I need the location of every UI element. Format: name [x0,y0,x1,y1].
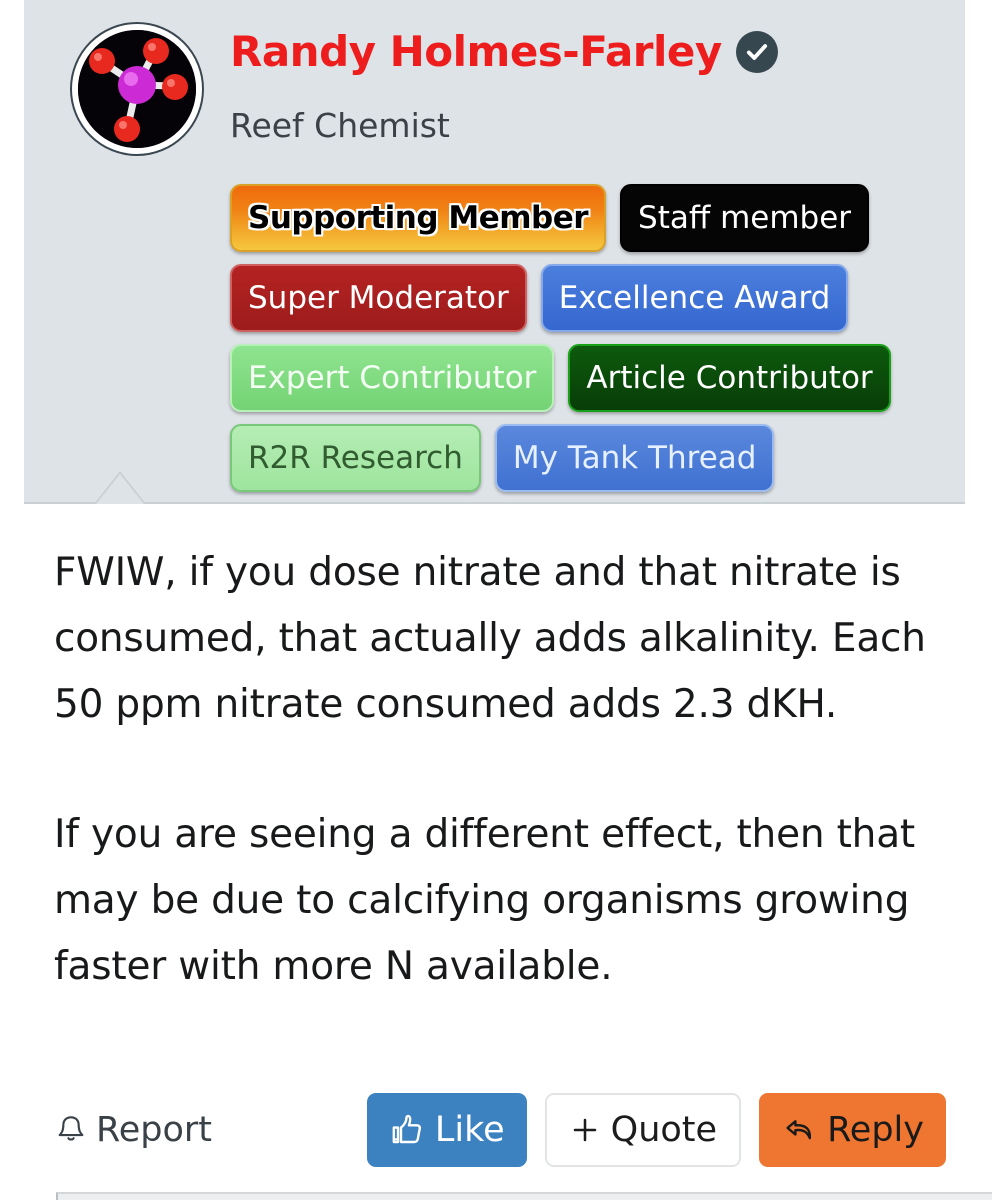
molecule-avatar-icon [78,30,196,148]
bell-icon [58,1116,84,1141]
badge-row: Supporting Member Staff member [230,184,975,252]
badge-row: Super Moderator Excellence Award [230,264,975,332]
verified-badge [735,31,778,73]
badge-article-contributor[interactable]: Article Contributor [568,344,891,412]
card-notch [96,474,144,504]
avatar[interactable] [72,24,202,154]
post-action-bar: Report Like Quote Reply [54,1092,946,1168]
badge-my-tank-thread[interactable]: My Tank Thread [494,424,775,492]
badge-r2r-research[interactable]: R2R Research [230,424,481,492]
reply-arrow-icon [786,1120,812,1140]
reply-button[interactable]: Reply [759,1093,946,1167]
badge-supporting-member[interactable]: Supporting Member [230,184,607,252]
post-paragraph: If you are seeing a different effect, th… [54,812,915,989]
user-badge-list: Supporting Member Staff member Super Mod… [230,184,975,504]
badge-excellence-award[interactable]: Excellence Award [540,264,849,332]
report-button[interactable]: Report [54,1110,212,1150]
quote-button[interactable]: Quote [544,1093,742,1167]
badge-row: Expert Contributor Article Contributor [230,344,975,412]
reply-label: Reply [827,1110,924,1150]
username-row: Randy Holmes-Farley [230,26,778,78]
like-label: Like [434,1110,505,1150]
check-circle-icon [746,44,767,60]
thumbs-up-icon [392,1114,421,1144]
plus-icon [573,1118,596,1142]
next-post-divider [56,1192,992,1200]
post-paragraph: FWIW, if you dose nitrate and that nitra… [54,550,926,727]
badge-super-moderator[interactable]: Super Moderator [230,264,527,332]
report-label: Report [96,1110,213,1150]
user-info-card: Randy Holmes-Farley Reef Chemist Support… [24,0,965,504]
badge-row: R2R Research My Tank Thread [230,424,975,492]
like-button[interactable]: Like [366,1093,527,1167]
badge-staff-member[interactable]: Staff member [620,184,870,252]
user-title: Reef Chemist [230,106,450,145]
badge-expert-contributor[interactable]: Expert Contributor [230,344,555,412]
quote-label: Quote [610,1110,718,1150]
username[interactable]: Randy Holmes-Farley [230,26,722,78]
post-message: FWIW, if you dose nitrate and that nitra… [54,540,944,1000]
